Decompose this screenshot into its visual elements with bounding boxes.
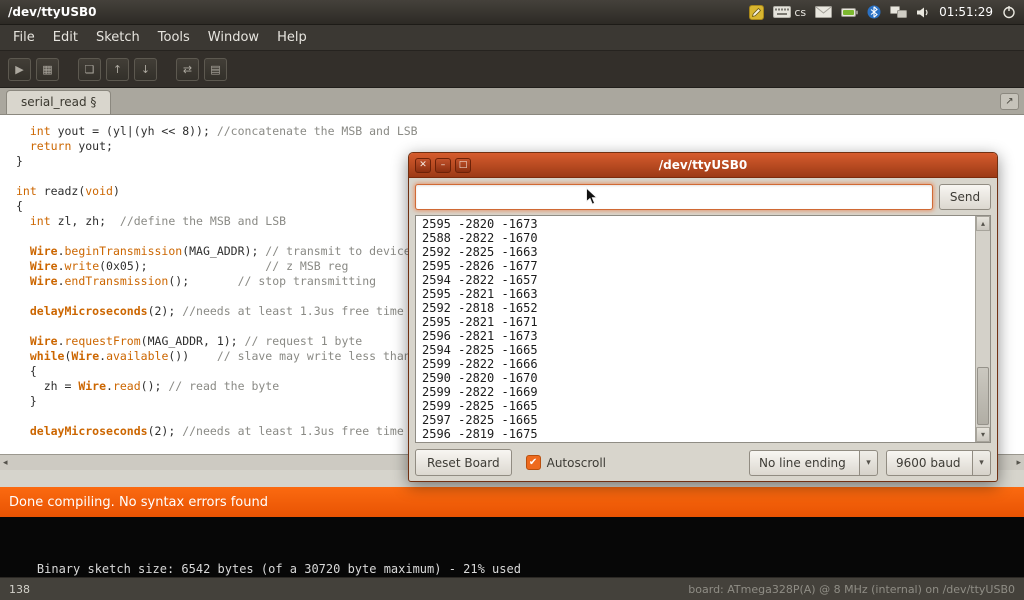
clock[interactable]: 01:51:29: [939, 5, 993, 19]
menu-file[interactable]: File: [4, 26, 44, 49]
serial-input-row: Send: [415, 184, 991, 210]
window-title: /dev/ttyUSB0: [0, 5, 749, 19]
autoscroll-checkbox[interactable]: ✔: [526, 455, 541, 470]
baud-rate-select[interactable]: 9600 baud ▾: [886, 450, 991, 476]
mouse-cursor: [585, 187, 598, 210]
serial-output-line: 2597 -2825 -1665: [422, 413, 986, 427]
serial-output-line: 2592 -2818 -1652: [422, 301, 986, 315]
serial-monitor-body: Send 2595 -2820 -16732588 -2822 -1670259…: [409, 178, 997, 482]
build-console-text: Binary sketch size: 6542 bytes (of a 307…: [37, 562, 521, 576]
serial-output-line: 2595 -2821 -1671: [422, 315, 986, 329]
code-line: int yout = (yl|(yh << 8)); //concatenate…: [16, 124, 1024, 139]
system-top-bar: /dev/ttyUSB0 cs 01:51:29: [0, 0, 1024, 25]
reset-board-button[interactable]: Reset Board: [415, 449, 512, 476]
ide-footer: 138 board: ATmega328P(A) @ 8 MHz (intern…: [0, 577, 1024, 600]
serial-output-line: 2599 -2822 -1669: [422, 385, 986, 399]
line-ending-select[interactable]: No line ending ▾: [749, 450, 878, 476]
keyboard-layout-indicator[interactable]: cs: [773, 6, 806, 19]
notes-indicator-icon[interactable]: [749, 5, 764, 20]
serial-monitor-titlebar[interactable]: /dev/ttyUSB0 ✕ – □: [409, 153, 997, 178]
window-controls: ✕ – □: [415, 158, 471, 173]
build-console: Binary sketch size: 6542 bytes (of a 307…: [0, 517, 1024, 577]
volume-icon[interactable]: [916, 6, 930, 19]
serial-output-line: 2599 -2825 -1665: [422, 399, 986, 413]
menu-tools[interactable]: Tools: [149, 26, 199, 49]
mail-icon[interactable]: [815, 6, 832, 18]
serial-output-line: 2595 -2820 -1673: [422, 217, 986, 231]
serial-output-line: 2594 -2825 -1665: [422, 343, 986, 357]
bluetooth-icon[interactable]: [867, 5, 881, 19]
network-icon[interactable]: [890, 6, 907, 19]
send-button[interactable]: Send: [939, 184, 991, 210]
serial-send-input[interactable]: [415, 184, 933, 210]
new-sketch-button[interactable]: ❏: [78, 58, 101, 81]
minimize-button[interactable]: –: [435, 158, 451, 173]
menu-edit[interactable]: Edit: [44, 26, 87, 49]
autoscroll-label: Autoscroll: [547, 456, 606, 470]
serial-monitor-button[interactable]: ▤: [204, 58, 227, 81]
scroll-right-icon[interactable]: ▸: [1016, 458, 1021, 468]
serial-output-line: 2596 -2819 -1675: [422, 427, 986, 441]
scroll-left-icon[interactable]: ◂: [3, 458, 8, 468]
serial-output-line: 2595 -2826 -1677: [422, 259, 986, 273]
verify-button[interactable]: ▶: [8, 58, 31, 81]
open-button[interactable]: ↑: [106, 58, 129, 81]
scroll-up-icon[interactable]: ▴: [976, 216, 990, 231]
compile-status-message: Done compiling. No syntax errors found: [9, 495, 268, 510]
desktop-screen: /dev/ttyUSB0 cs 01:51:29 FileEditSketchT…: [0, 0, 1024, 600]
tab-serial-read[interactable]: serial_read §: [6, 90, 111, 114]
serial-monitor-title: /dev/ttyUSB0: [409, 158, 997, 172]
stop-button[interactable]: ▦: [36, 58, 59, 81]
tab-bar: serial_read § ↗: [0, 88, 1024, 115]
menu-sketch[interactable]: Sketch: [87, 26, 149, 49]
board-info: board: ATmega328P(A) @ 8 MHz (internal) …: [688, 583, 1015, 596]
chevron-down-icon[interactable]: ▾: [859, 450, 878, 476]
battery-icon[interactable]: [841, 7, 858, 18]
system-tray: cs 01:51:29: [749, 5, 1024, 20]
serial-vertical-scrollbar[interactable]: ▴ ▾: [975, 216, 990, 442]
power-icon[interactable]: [1002, 5, 1016, 19]
keyboard-icon: [773, 6, 791, 18]
maximize-button[interactable]: □: [455, 158, 471, 173]
ide-toolbar: ▶▦ ❏↑↓ ⇄▤: [0, 51, 1024, 88]
chevron-down-icon[interactable]: ▾: [972, 450, 991, 476]
keyboard-layout-label: cs: [794, 6, 806, 19]
serial-output-line: 2596 -2821 -1673: [422, 329, 986, 343]
serial-output-lines: 2595 -2820 -16732588 -2822 -16702592 -28…: [416, 216, 990, 441]
serial-output-line: 2594 -2822 -1657: [422, 273, 986, 287]
serial-output-area[interactable]: 2595 -2820 -16732588 -2822 -16702592 -28…: [415, 215, 991, 443]
serial-output-line: 2592 -2825 -1663: [422, 245, 986, 259]
menubar: FileEditSketchToolsWindowHelp: [0, 25, 1024, 51]
serial-output-line: 2595 -2821 -1663: [422, 287, 986, 301]
cursor-line-number: 138: [9, 583, 30, 596]
serial-output-line: 2599 -2822 -1666: [422, 357, 986, 371]
baud-rate-value: 9600 baud: [886, 450, 972, 476]
serial-monitor-controls: Reset Board ✔ Autoscroll No line ending …: [415, 449, 991, 476]
scrollbar-thumb[interactable]: [977, 367, 989, 425]
menu-help[interactable]: Help: [268, 26, 316, 49]
close-button[interactable]: ✕: [415, 158, 431, 173]
tab-menu-button[interactable]: ↗: [1000, 93, 1019, 110]
save-button[interactable]: ↓: [134, 58, 157, 81]
upload-button[interactable]: ⇄: [176, 58, 199, 81]
scroll-down-icon[interactable]: ▾: [976, 427, 990, 442]
menu-window[interactable]: Window: [199, 26, 268, 49]
line-ending-value: No line ending: [749, 450, 859, 476]
serial-monitor-window: /dev/ttyUSB0 ✕ – □ Send 2595 -2820 -1673…: [408, 152, 998, 482]
serial-output-line: 2590 -2820 -1670: [422, 371, 986, 385]
compile-status-bar: Done compiling. No syntax errors found: [0, 487, 1024, 517]
serial-output-line: 2588 -2822 -1670: [422, 231, 986, 245]
